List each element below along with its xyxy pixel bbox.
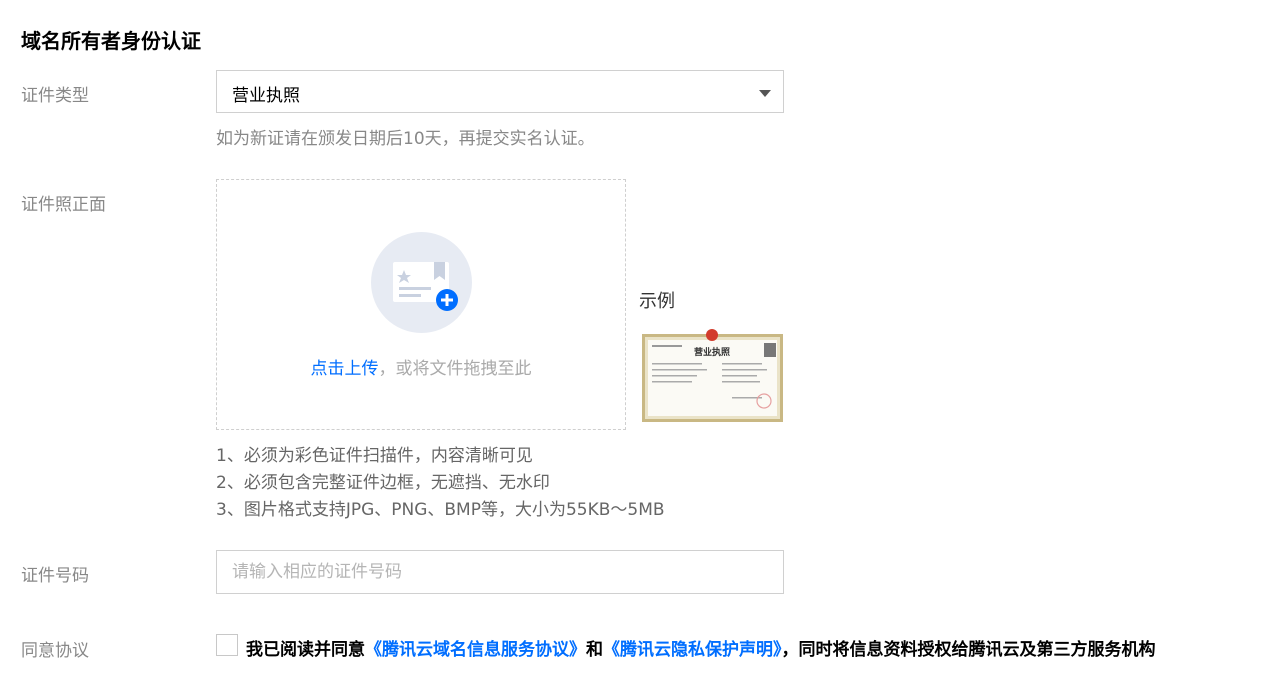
- cert-front-label: 证件照正面: [21, 195, 106, 215]
- cert-type-hint: 如为新证请在颁发日期后10天，再提交实名认证。: [216, 129, 595, 149]
- privacy-statement-link[interactable]: 《腾讯云隐私保护声明》: [603, 640, 782, 660]
- cert-type-label: 证件类型: [21, 86, 89, 106]
- agreement-prefix: 我已阅读并同意: [246, 640, 365, 660]
- upload-dropzone[interactable]: 点击上传，或将文件拖拽至此: [216, 179, 626, 430]
- service-agreement-link[interactable]: 《腾讯云域名信息服务协议》: [365, 640, 586, 660]
- upload-requirement-2: 2、必须包含完整证件边框，无遮挡、无水印: [216, 473, 550, 493]
- example-label: 示例: [639, 291, 675, 312]
- caret-down-icon: [759, 90, 771, 97]
- agree-label: 同意协议: [21, 641, 89, 661]
- upload-requirement-3: 3、图片格式支持JPG、PNG、BMP等，大小为55KB～5MB: [216, 500, 665, 520]
- click-upload-link[interactable]: 点击上传: [311, 359, 379, 379]
- agreement-and: 和: [586, 640, 603, 660]
- cert-number-label: 证件号码: [21, 566, 89, 586]
- cert-type-select[interactable]: 营业执照: [216, 70, 784, 113]
- example-license-title: 营业执照: [694, 346, 730, 358]
- example-license-image[interactable]: 营业执照: [642, 327, 783, 426]
- agree-checkbox[interactable]: [216, 634, 238, 656]
- cert-type-value: 营业执照: [232, 86, 300, 106]
- agreement-suffix: ，同时将信息资料授权给腾讯云及第三方服务机构: [781, 640, 1156, 660]
- upload-text: 点击上传，或将文件拖拽至此: [217, 354, 625, 379]
- upload-requirement-1: 1、必须为彩色证件扫描件，内容清晰可见: [216, 446, 533, 466]
- certificate-upload-icon[interactable]: [371, 232, 472, 333]
- drag-hint: ，或将文件拖拽至此: [378, 359, 532, 379]
- agreement-text: 我已阅读并同意《腾讯云域名信息服务协议》和《腾讯云隐私保护声明》，同时将信息资料…: [246, 635, 1156, 660]
- cert-number-input[interactable]: [216, 550, 784, 594]
- section-title: 域名所有者身份认证: [21, 29, 201, 53]
